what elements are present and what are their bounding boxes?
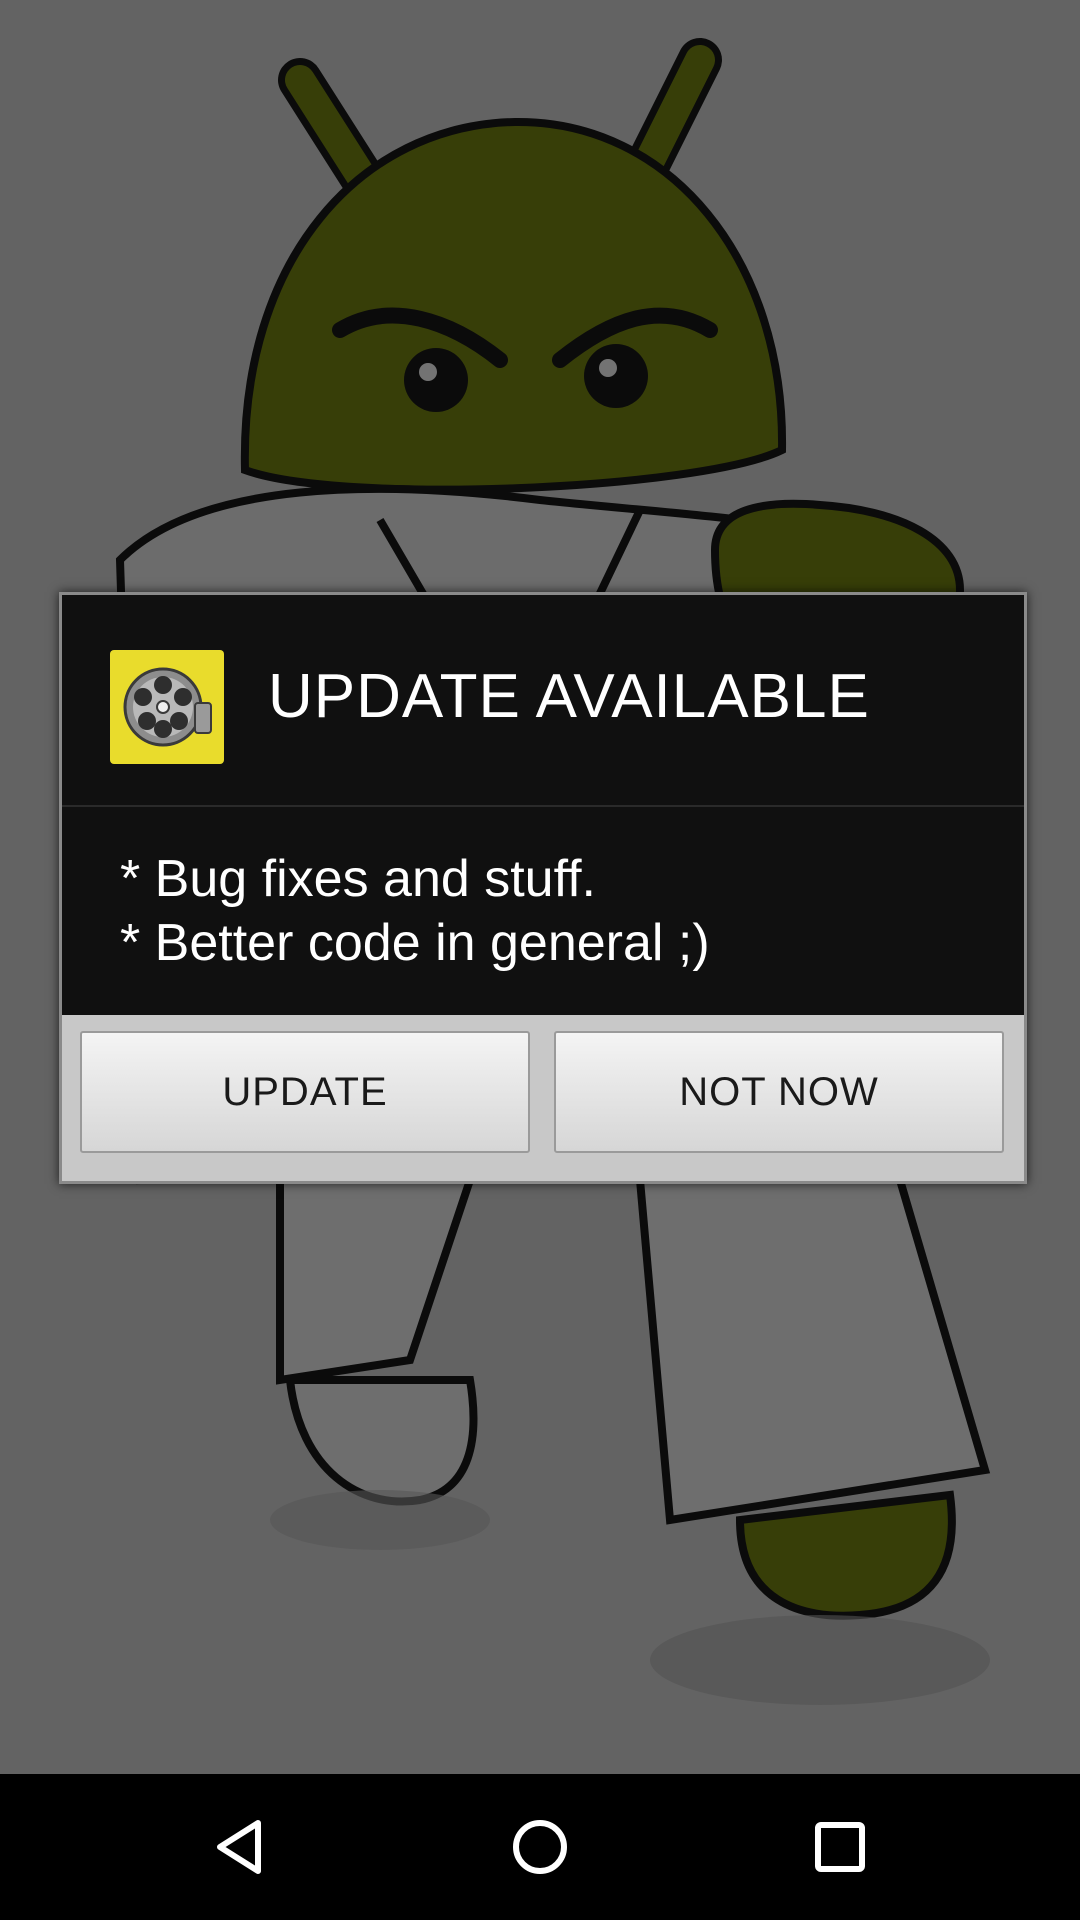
film-reel-icon bbox=[110, 650, 224, 764]
app-screen: UPDATE AVAILABLE * Bug fixes and stuff. … bbox=[0, 0, 1080, 1774]
message-line: * Bug fixes and stuff. bbox=[120, 850, 596, 908]
home-icon[interactable] bbox=[500, 1807, 580, 1887]
dialog-message: * Bug fixes and stuff. * Better code in … bbox=[62, 807, 1024, 1007]
navigation-bar bbox=[0, 1774, 1080, 1920]
update-button[interactable]: UPDATE bbox=[80, 1031, 530, 1153]
dialog-header: UPDATE AVAILABLE bbox=[62, 595, 1024, 807]
back-icon[interactable] bbox=[200, 1807, 280, 1887]
not-now-button[interactable]: NOT NOW bbox=[554, 1031, 1004, 1153]
dialog-button-bar: UPDATE NOT NOW bbox=[62, 1015, 1024, 1181]
recents-icon[interactable] bbox=[800, 1807, 880, 1887]
update-dialog: UPDATE AVAILABLE * Bug fixes and stuff. … bbox=[59, 592, 1027, 1184]
message-line: * Better code in general ;) bbox=[120, 914, 710, 972]
dialog-title: UPDATE AVAILABLE bbox=[268, 662, 870, 731]
